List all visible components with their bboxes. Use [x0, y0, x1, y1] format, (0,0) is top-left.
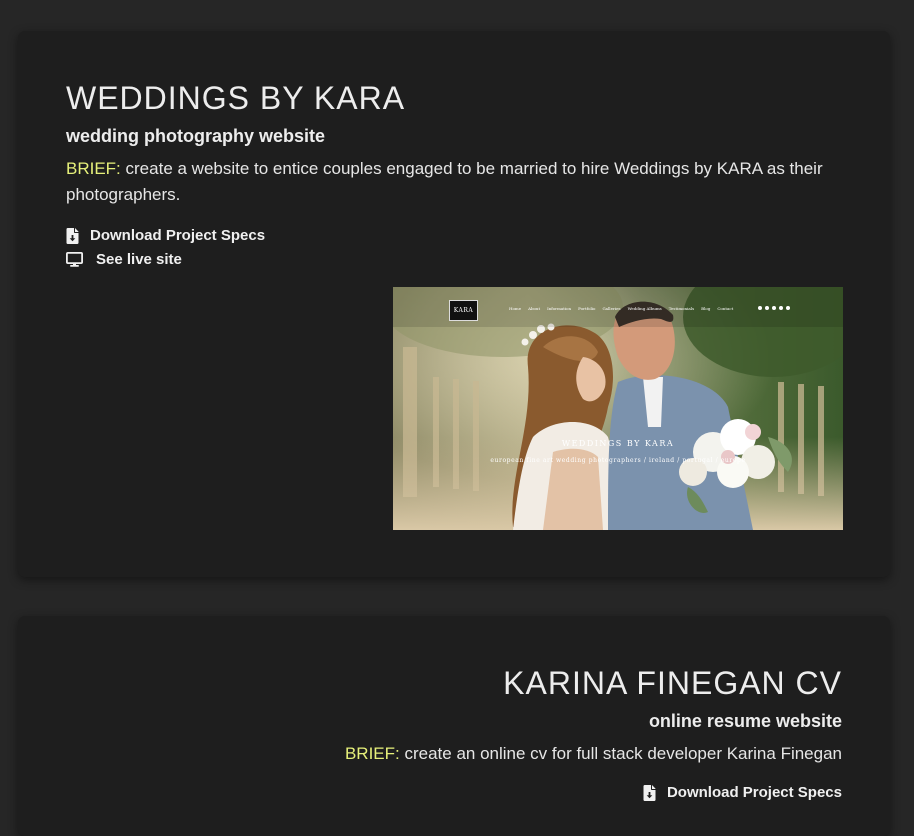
twitter-icon: [758, 306, 762, 310]
monitor-icon: [66, 252, 83, 267]
project-title: WEDDINGS BY KARA: [66, 80, 406, 116]
brief-label: BRIEF:: [344, 744, 400, 763]
download-project-specs-link[interactable]: Download Project Specs: [643, 784, 842, 801]
see-live-site-link[interactable]: See live site: [66, 251, 182, 268]
brief-text: create a website to entice couples engag…: [66, 159, 823, 204]
project-card-weddings-by-kara: WEDDINGS BY KARA wedding photography web…: [18, 31, 890, 577]
project-subtitle: wedding photography website: [66, 126, 326, 146]
download-project-specs-link[interactable]: Download Project Specs: [66, 227, 265, 244]
screenshot-social-icons: [758, 306, 790, 310]
screenshot-menu-item: Portfolio: [578, 306, 596, 311]
youtube-icon: [779, 306, 783, 310]
screenshot-menu-item: About: [528, 306, 541, 311]
screenshot-menu: Home About Information Portfolio Galleri…: [509, 306, 733, 311]
download-project-specs-label: Download Project Specs: [666, 784, 842, 801]
file-download-icon: [643, 784, 656, 801]
screenshot-menu-item: Information: [547, 306, 572, 311]
screenshot-menu-item: Contact: [717, 306, 734, 311]
screenshot-logo: KARA: [449, 300, 478, 321]
facebook-icon: [772, 306, 776, 310]
see-live-site-label: See live site: [96, 251, 182, 268]
file-download-icon: [66, 227, 79, 244]
project-brief: BRIEF: create a website to entice couple…: [66, 156, 836, 208]
screenshot-menu-item: Galleries: [602, 306, 621, 311]
project-title: KARINA FINEGAN CV: [503, 665, 842, 701]
pinterest-icon: [765, 306, 769, 310]
project-brief: BRIEF: create an online cv for full stac…: [345, 741, 842, 767]
project-subtitle: online resume website: [648, 711, 842, 731]
screenshot-menu-item: Testimonials: [668, 306, 695, 311]
brief-label: BRIEF:: [66, 159, 121, 178]
download-project-specs-label: Download Project Specs: [90, 227, 266, 244]
project-card-karina-finegan-cv: KARINA FINEGAN CV online resume website …: [18, 616, 890, 836]
screenshot-tagline: european fine art wedding photographers …: [490, 457, 746, 464]
screenshot-heading: WEDDINGS BY KARA: [561, 439, 675, 448]
website-screenshot: KARA Home About Information Portfolio Ga…: [393, 287, 843, 530]
brief-text: create an online cv for full stack devel…: [399, 744, 842, 763]
screenshot-menu-item: Wedding Albums: [627, 306, 662, 311]
screenshot-menu-item: Home: [509, 306, 522, 311]
screenshot-nav: KARA Home About Information Portfolio Ga…: [393, 296, 843, 324]
screenshot-menu-item: Blog: [701, 306, 711, 311]
instagram-icon: [786, 306, 790, 310]
